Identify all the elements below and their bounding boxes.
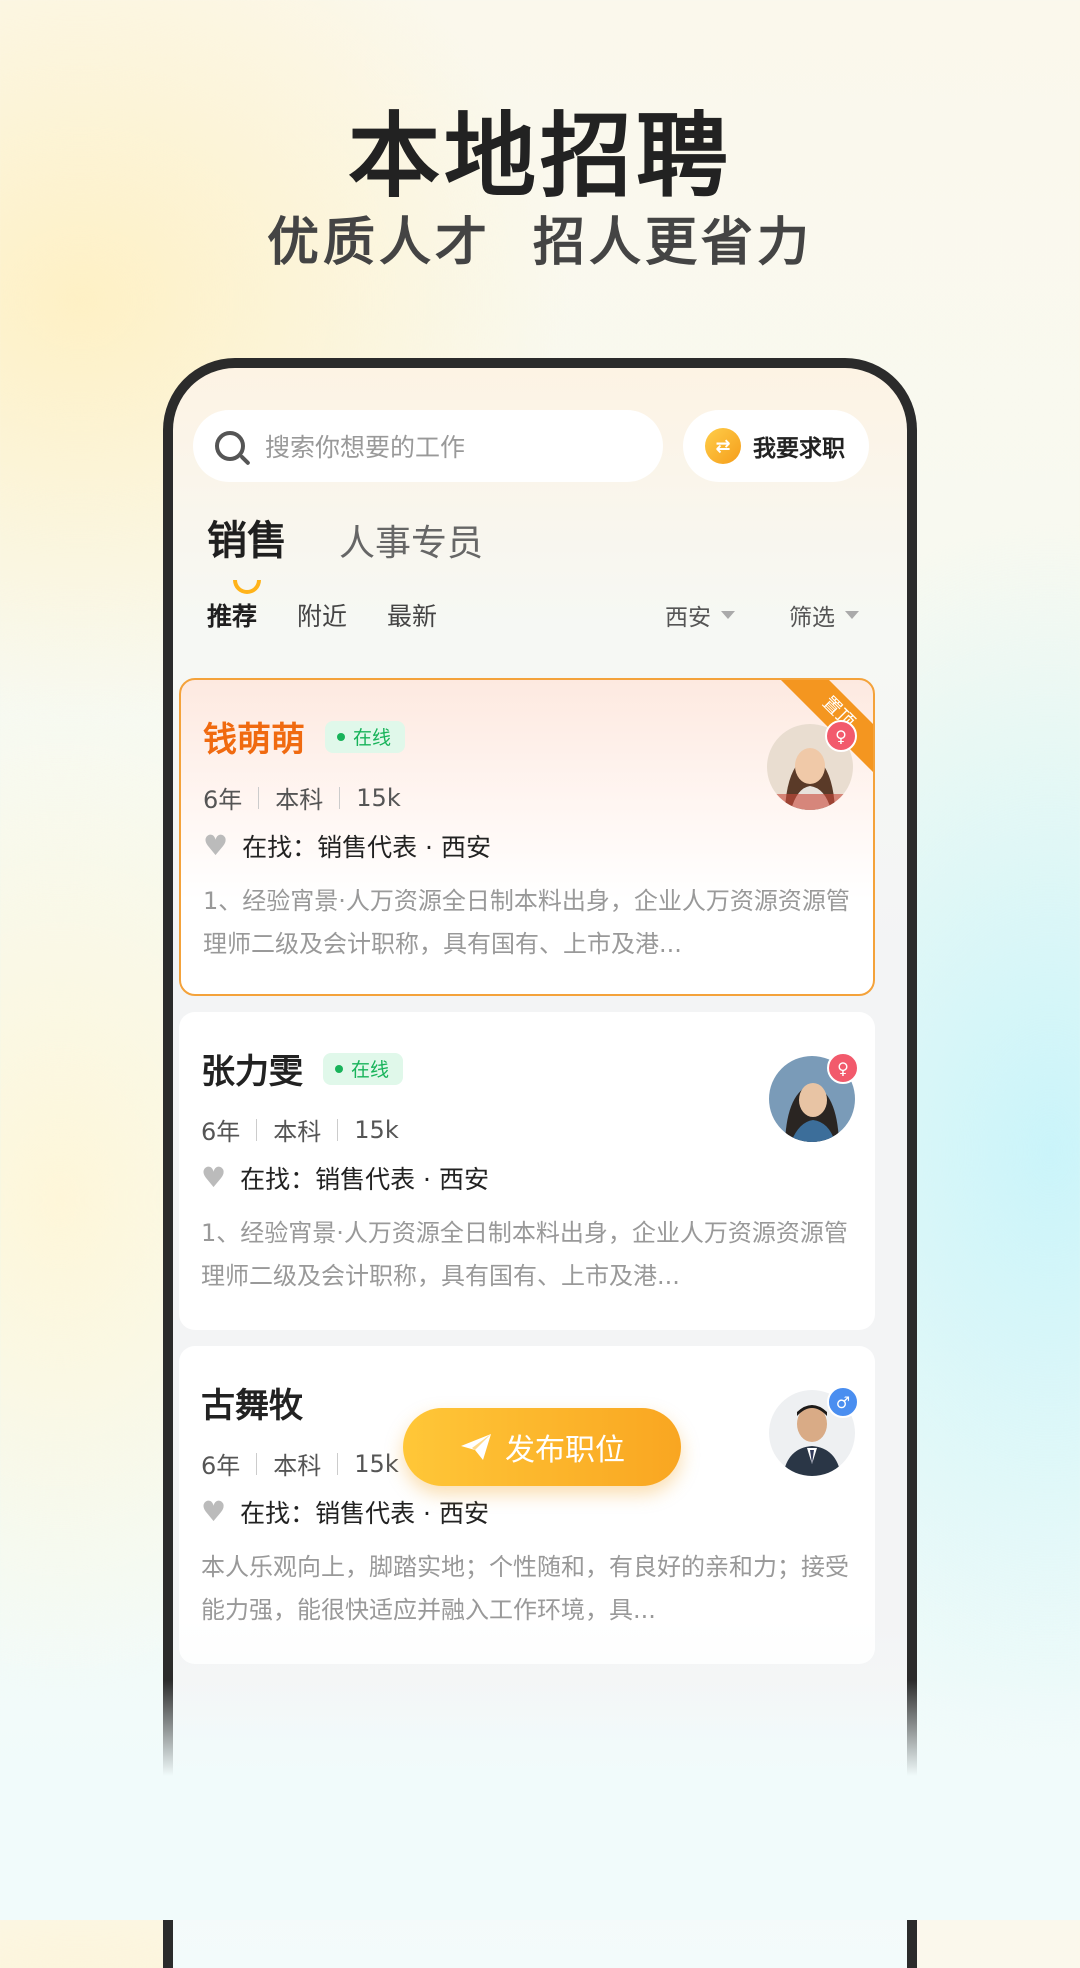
- screen-dropdown[interactable]: 筛选: [789, 598, 859, 632]
- divider: [258, 786, 260, 809]
- candidate-name: 钱萌萌: [203, 720, 305, 760]
- seeking-row: ♥ 在找：销售代表 · 西安: [201, 1494, 489, 1530]
- search-bar[interactable]: 搜索你想要的工作: [193, 410, 663, 482]
- online-badge: 在线: [325, 720, 406, 753]
- male-icon: ♂: [827, 1386, 859, 1418]
- online-badge: 在线: [323, 1052, 404, 1085]
- search-icon: [215, 431, 245, 461]
- candidate-description: 1、经验宵景·人万资源全日制本料出身，企业人万资源资源管理师二级及会计职称，具有…: [203, 887, 850, 958]
- chevron-down-icon: [845, 611, 859, 619]
- education: 本科: [275, 786, 324, 814]
- online-status-label: 在线: [351, 1059, 390, 1081]
- divider: [256, 1118, 258, 1141]
- seeking-text: 在找：销售代表 · 西安: [240, 1165, 489, 1194]
- experience-years: 6年: [201, 1452, 241, 1480]
- divider: [256, 1452, 258, 1475]
- search-input[interactable]: 搜索你想要的工作: [265, 428, 465, 464]
- heart-icon[interactable]: ♥: [201, 1164, 226, 1192]
- divider: [339, 786, 341, 809]
- expected-salary: 15k: [354, 1115, 399, 1144]
- job-seek-label: 我要求职: [753, 436, 845, 462]
- candidate-name: 张力雯: [201, 1052, 303, 1092]
- avatar[interactable]: ♀: [769, 1052, 859, 1142]
- divider: [337, 1452, 339, 1475]
- seeking-row: ♥ 在找：销售代表 · 西安: [201, 1160, 489, 1196]
- promo-subline: 优质人才 招人更省力: [266, 213, 814, 273]
- candidate-description: 1、经验宵景·人万资源全日制本料出身，企业人万资源资源管理师二级及会计职称，具有…: [201, 1219, 848, 1290]
- bottom-fade: [0, 1680, 1080, 1920]
- candidate-card[interactable]: 置顶 钱萌萌 在线 6年 本科 15k ♥ 在找：销售代表 · 西安 1、经验宵…: [179, 678, 875, 996]
- city-dropdown[interactable]: 西安: [665, 598, 735, 632]
- online-dot-icon: [337, 732, 345, 741]
- post-job-label: 发布职位: [505, 1433, 625, 1468]
- expected-salary: 15k: [356, 783, 401, 812]
- job-seek-switch-button[interactable]: ⇄ 我要求职: [683, 410, 869, 482]
- seeking-text: 在找：销售代表 · 西安: [242, 833, 491, 862]
- avatar[interactable]: ♂: [769, 1386, 859, 1476]
- promo-headline: 本地招聘: [347, 103, 732, 210]
- online-dot-icon: [335, 1064, 343, 1073]
- screen-label: 筛选: [789, 605, 835, 631]
- chevron-down-icon: [721, 611, 735, 619]
- candidate-card[interactable]: 张力雯 在线 6年 本科 15k ♥ 在找：销售代表 · 西安 1、经验宵景·人…: [179, 1012, 875, 1330]
- heart-icon[interactable]: ♥: [201, 1498, 226, 1526]
- candidate-name-row: 钱萌萌 在线: [203, 712, 406, 761]
- swap-icon: ⇄: [705, 428, 741, 464]
- candidate-name-row: 古舞牧: [201, 1378, 303, 1427]
- female-icon: ♀: [827, 1052, 859, 1084]
- candidate-meta: 6年 本科 15k: [203, 780, 401, 815]
- candidate-meta: 6年 本科 15k: [201, 1112, 399, 1147]
- candidate-meta: 6年 本科 15k: [201, 1446, 399, 1481]
- experience-years: 6年: [203, 786, 243, 814]
- filter-nearby[interactable]: 附近: [297, 597, 347, 633]
- avatar[interactable]: ♀: [767, 720, 857, 810]
- filter-recommend[interactable]: 推荐: [207, 597, 257, 633]
- tab-hr-specialist[interactable]: 人事专员: [339, 514, 483, 566]
- filter-latest[interactable]: 最新: [387, 597, 437, 633]
- city-label: 西安: [665, 605, 711, 631]
- tab-label: 销售: [207, 518, 287, 564]
- female-icon: ♀: [825, 720, 857, 752]
- candidate-name: 古舞牧: [201, 1386, 303, 1426]
- heart-icon[interactable]: ♥: [203, 832, 228, 860]
- post-job-button[interactable]: 发布职位: [403, 1408, 681, 1486]
- tab-sales[interactable]: 销售: [207, 508, 287, 594]
- education: 本科: [273, 1118, 322, 1146]
- education: 本科: [273, 1452, 322, 1480]
- seeking-text: 在找：销售代表 · 西安: [240, 1499, 489, 1528]
- position-tabs: 销售 人事专员: [207, 508, 483, 594]
- candidate-card[interactable]: 古舞牧 6年 本科 15k ♥ 在找：销售代表 · 西安 本人乐观向上，脚踏实地…: [179, 1346, 875, 1664]
- expected-salary: 15k: [354, 1449, 399, 1478]
- seeking-row: ♥ 在找：销售代表 · 西安: [203, 828, 491, 864]
- paper-plane-icon: [461, 1434, 491, 1460]
- candidate-name-row: 张力雯 在线: [201, 1044, 404, 1093]
- experience-years: 6年: [201, 1118, 241, 1146]
- online-status-label: 在线: [353, 727, 392, 749]
- divider: [337, 1118, 339, 1141]
- filter-bar: 推荐 附近 最新 西安 筛选: [207, 590, 867, 640]
